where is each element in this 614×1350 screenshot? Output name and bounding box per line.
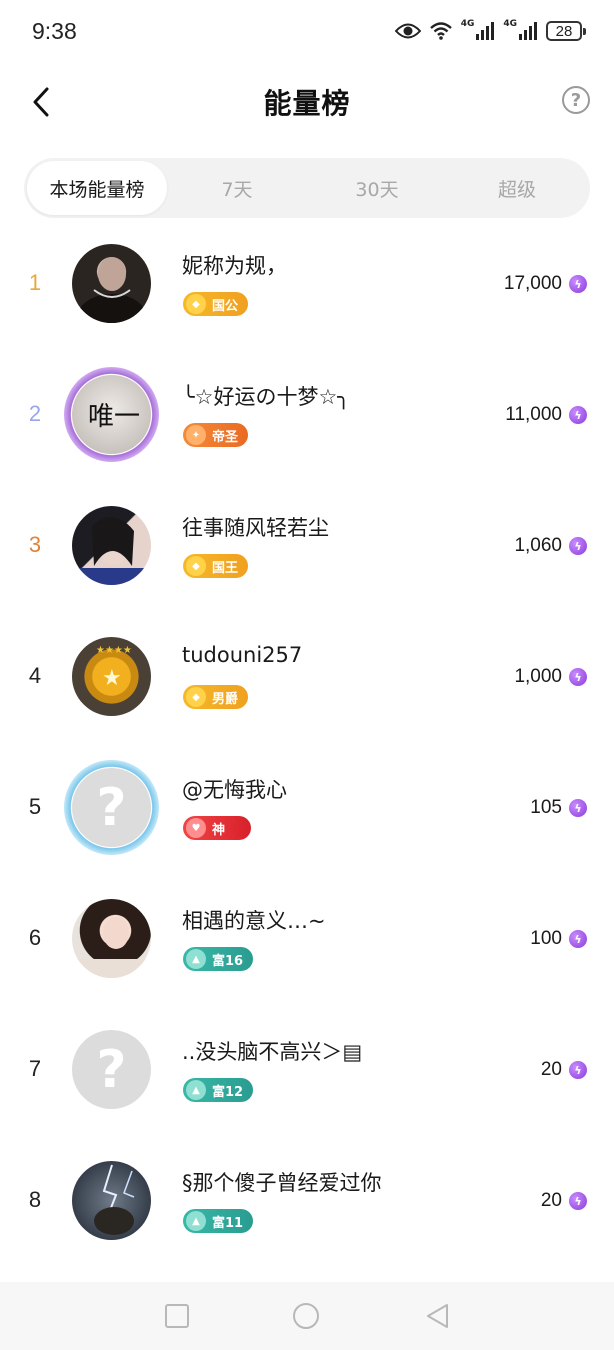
rank-number: 8 [28,1187,42,1212]
level-badge: ✦ 帝圣 [183,423,249,447]
energy-score: 11,000 [505,404,562,425]
svg-text:★: ★ [102,666,122,691]
list-item[interactable]: 1 妮称为规， ◆ 国公 17,000 ϟ [0,220,614,351]
list-item[interactable]: 3 往事随风轻若尘 ◆ 国王 1,060 ϟ [0,482,614,613]
level-badge: ◆ 国王 [183,554,249,578]
avatar[interactable] [72,899,151,978]
level-badge: ♥ 神 [183,816,252,840]
status-time: 9:38 [32,17,77,44]
level-badge: ◆ 国公 [183,292,249,316]
rank-number: 7 [28,1056,42,1081]
placeholder-avatar-icon: ? [96,777,127,838]
crown-icon: ◆ [186,294,206,314]
energy-score: 1,060 [514,535,562,556]
rank-number: 5 [28,794,42,819]
page-title: 能量榜 [263,87,351,120]
header: 能量榜 ? [0,62,614,142]
avatar[interactable]: 唯一 [72,375,151,454]
avatar[interactable]: ? [72,1030,151,1109]
energy-score: 105 [530,797,562,818]
list-item[interactable]: 2 唯一 ╰☆好运の十梦☆╮ ✦ 帝圣 11,000 ϟ [0,351,614,482]
user-name: tudouni257 [182,643,303,667]
triangle-gem-icon: ▲ [186,949,206,969]
energy-score: 100 [530,928,562,949]
emblem-icon: ♥ [186,818,206,838]
energy-score: 20 [540,1059,562,1080]
energy-icon: ϟ [569,406,587,424]
energy-icon: ϟ [569,537,587,555]
avatar[interactable] [72,506,151,585]
tab-7-days[interactable]: 7天 [167,161,307,215]
system-nav-bar [0,1282,614,1350]
list-item[interactable]: 6 相遇的意义…~ ▲ 富16 100 ϟ [0,875,614,1006]
signal-icon: 4G [461,19,496,41]
status-bar: 9:38 4G 4G 28 [0,0,614,62]
help-button[interactable]: ? [562,86,590,114]
energy-icon: ϟ [569,1192,587,1210]
crown-icon: ◆ [186,687,206,707]
avatar[interactable]: ? [72,768,151,847]
energy-icon: ϟ [569,799,587,817]
tab-bar: 本场能量榜 7天 30天 超级 [24,158,590,218]
user-name: 往事随风轻若尘 [182,516,329,540]
user-name: ╰☆好运の十梦☆╮ [182,385,350,409]
avatar[interactable] [72,1161,151,1240]
list-item[interactable]: 8 §那个傻子曾经爱过你 ▲ 富11 20 ϟ [0,1137,614,1268]
avatar[interactable]: ★ ★★★★ [72,637,151,716]
level-badge: ◆ 男爵 [183,685,249,709]
triangle-gem-icon: ▲ [186,1080,206,1100]
energy-icon: ϟ [569,275,587,293]
energy-score: 20 [540,1190,562,1211]
status-icons: 4G 4G 28 [394,19,586,41]
rank-number: 1 [28,270,42,295]
level-badge: ▲ 富12 [183,1078,254,1102]
emblem-icon: ✦ [186,425,206,445]
rank-number: 6 [28,925,42,950]
level-badge: ▲ 富16 [183,947,254,971]
energy-score: 17,000 [503,273,562,294]
crown-icon: ◆ [186,556,206,576]
rank-number: 2 [28,401,42,426]
tab-30-days[interactable]: 30天 [307,161,447,215]
eye-icon [394,22,421,40]
tab-super[interactable]: 超级 [447,161,587,215]
ranking-list: 1 妮称为规， ◆ 国公 17,000 ϟ 2 唯一 ╰☆好运の十梦☆╮ ✦ 帝… [0,220,614,1268]
list-item[interactable]: 4 ★ ★★★★ tudouni257 ◆ 男爵 1,000 ϟ [0,613,614,744]
chevron-left-icon [33,87,49,117]
signal-icon: 4G [503,19,538,41]
user-name: §那个傻子曾经爱过你 [182,1171,382,1195]
avatar[interactable] [72,244,151,323]
battery-icon: 28 [546,21,586,41]
user-name: 妮称为规， [182,254,287,278]
svg-text:★★★★: ★★★★ [96,645,132,656]
energy-icon: ϟ [569,930,587,948]
rank-number: 4 [28,663,42,688]
level-badge: ▲ 富11 [183,1209,254,1233]
energy-icon: ϟ [569,668,587,686]
list-item[interactable]: 5 ? @无悔我心 ♥ 神 105 ϟ [0,744,614,875]
wifi-icon [429,21,453,41]
energy-score: 1,000 [514,666,562,687]
energy-icon: ϟ [569,1061,587,1079]
triangle-gem-icon: ▲ [186,1211,206,1231]
svg-text:唯一: 唯一 [88,402,140,432]
user-name: @无悔我心 [182,778,287,802]
list-item[interactable]: 7 ? ..没头脑不高兴＞▤ ▲ 富12 20 ϟ [0,1006,614,1137]
back-button[interactable] [26,84,56,120]
tab-current-session[interactable]: 本场能量榜 [27,161,167,215]
square-recents-icon[interactable] [163,1302,191,1330]
user-name: ..没头脑不高兴＞▤ [182,1040,363,1064]
circle-home-icon[interactable] [292,1302,320,1330]
user-name: 相遇的意义…~ [182,909,326,933]
placeholder-avatar-icon: ? [96,1039,127,1100]
triangle-back-icon[interactable] [423,1302,451,1330]
rank-number: 3 [28,532,42,557]
